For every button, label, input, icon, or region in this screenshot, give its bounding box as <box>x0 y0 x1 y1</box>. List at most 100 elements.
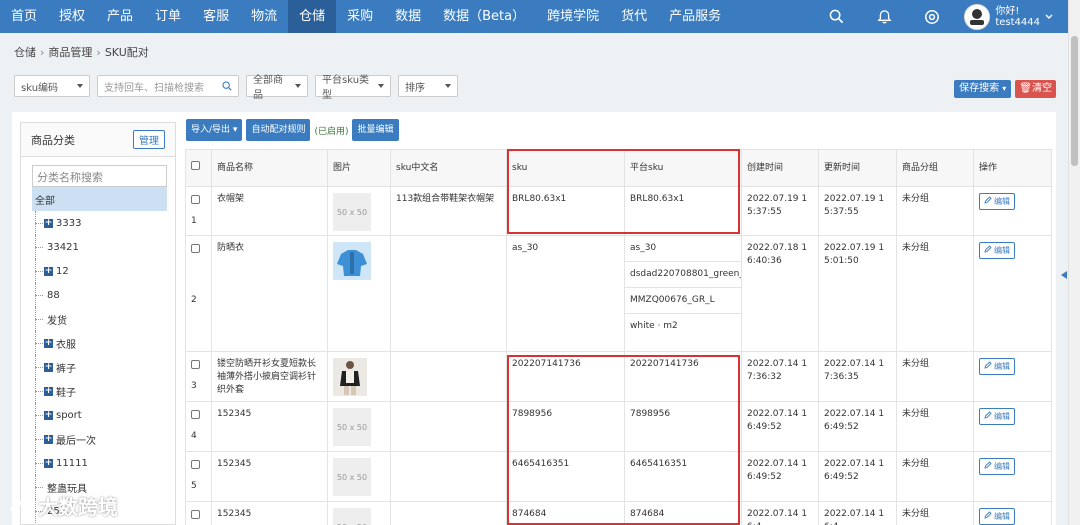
expand-icon[interactable]: + <box>44 218 53 228</box>
search-actions: 保存搜索 ▾ 🗑清空 <box>954 80 1056 98</box>
tree-node[interactable]: 发货 <box>32 307 167 331</box>
edit-button[interactable]: 编辑 <box>979 358 1015 375</box>
nav-item[interactable]: 客服 <box>192 0 240 33</box>
all-products-select[interactable]: 全部商品 <box>246 75 308 101</box>
edit-label: 编辑 <box>994 362 1010 371</box>
nav-item[interactable]: 授权 <box>48 0 96 33</box>
expand-icon[interactable]: + <box>44 434 53 444</box>
tree-node-label: 12 <box>56 265 69 277</box>
tree-line <box>35 222 43 224</box>
chevron-down-icon <box>1045 14 1053 19</box>
nav-item[interactable]: 仓储 <box>288 0 337 33</box>
sku-cell: as_30 <box>506 235 625 352</box>
tree-node-label: 裤子 <box>56 363 76 375</box>
auto-rules-button[interactable]: 自动配对规则 <box>246 119 311 141</box>
edit-button[interactable]: 编辑 <box>979 408 1015 425</box>
nav-item[interactable]: 货代 <box>610 0 658 33</box>
collapse-right-icon[interactable] <box>1059 268 1068 282</box>
row-checkbox[interactable] <box>191 410 200 419</box>
search-icon[interactable] <box>222 81 232 91</box>
nav-item[interactable]: 订单 <box>144 0 192 33</box>
gear-icon[interactable] <box>922 7 942 27</box>
expand-icon[interactable]: + <box>44 362 53 372</box>
watermark-logo: 大数跨境 <box>8 491 118 520</box>
row-checkbox[interactable] <box>191 510 200 519</box>
row-checkbox[interactable] <box>191 460 200 469</box>
created-time-cell: 2022.07.19 15:37:55 <box>741 186 819 236</box>
select-all-checkbox[interactable] <box>191 161 200 170</box>
edit-button[interactable]: 编辑 <box>979 242 1015 259</box>
col-header: 更新时间 <box>818 149 897 187</box>
tree-node[interactable]: 88 <box>32 283 167 307</box>
tree-node-label: 最后一次 <box>56 435 96 447</box>
edit-button[interactable]: 编辑 <box>979 458 1015 475</box>
row-select-cell: 3 <box>185 351 212 402</box>
image-placeholder: 50 x 50 <box>333 508 371 525</box>
clear-button[interactable]: 🗑清空 <box>1015 80 1056 98</box>
row-checkbox[interactable] <box>191 360 200 369</box>
user-menu[interactable]: 你好! test4444 <box>964 3 1054 30</box>
platform-sku-value: as_30 <box>625 237 741 262</box>
edit-icon <box>984 360 994 373</box>
manage-button[interactable]: 管理 <box>133 130 165 149</box>
action-cell: 编辑 <box>973 351 1052 402</box>
tree-node[interactable]: +11111 <box>32 451 167 475</box>
tree-node[interactable]: + 裤子 <box>32 355 167 379</box>
tree-node[interactable]: + 衣服 <box>32 331 167 355</box>
tree-line <box>35 427 36 451</box>
nav-item[interactable]: 数据 <box>384 0 432 33</box>
product-group: 未分组 <box>902 409 930 419</box>
tree-node[interactable]: +12 <box>32 259 167 283</box>
edit-button[interactable]: 编辑 <box>979 508 1015 525</box>
tree-node[interactable]: +3333 <box>32 211 167 235</box>
bell-icon[interactable] <box>874 7 894 27</box>
group-cell: 未分组 <box>896 501 974 525</box>
search-input[interactable]: 支持回车、扫描枪搜索 <box>97 75 239 97</box>
tree-node-label: 衣服 <box>56 339 76 351</box>
nav-item[interactable]: 产品 <box>96 0 144 33</box>
expand-icon[interactable]: + <box>44 410 53 420</box>
tree-node[interactable]: + 最后一次 <box>32 427 167 451</box>
nav-item[interactable]: 跨境学院 <box>536 0 610 33</box>
tree-line <box>35 486 43 488</box>
import-export-button[interactable]: 导入/导出 ▾ <box>186 119 243 141</box>
row-checkbox[interactable] <box>191 195 200 204</box>
tree-node[interactable]: 全部 <box>32 187 167 211</box>
platform-sku-type-select[interactable]: 平台sku类型 <box>315 75 391 101</box>
expand-icon[interactable]: + <box>44 338 53 348</box>
tree-node[interactable]: 33421 <box>32 235 167 259</box>
nav-item[interactable]: 产品服务 <box>658 0 732 33</box>
breadcrumb-item[interactable]: 仓储 <box>14 46 36 59</box>
category-search-input[interactable]: 分类名称搜索 <box>32 165 167 187</box>
sort-select[interactable]: 排序 <box>398 75 458 97</box>
batch-edit-button[interactable]: 批量编辑 <box>352 119 399 141</box>
search-icon[interactable] <box>826 7 846 27</box>
select-all-cell <box>185 149 212 187</box>
save-search-button[interactable]: 保存搜索 ▾ <box>954 80 1012 98</box>
tree-line <box>35 259 36 283</box>
expand-icon[interactable]: + <box>44 266 53 276</box>
sku-code-select[interactable]: sku编码 <box>14 75 90 97</box>
tree-node[interactable]: + 鞋子 <box>32 379 167 403</box>
nav-item[interactable]: 物流 <box>240 0 288 33</box>
greeting: 你好! <box>995 5 1020 17</box>
edit-button[interactable]: 编辑 <box>979 193 1015 210</box>
tree-line <box>35 294 43 296</box>
expand-icon[interactable]: + <box>44 458 53 468</box>
nav-item[interactable]: 采购 <box>336 0 384 33</box>
row-checkbox[interactable] <box>191 244 200 253</box>
expand-icon[interactable]: + <box>44 386 53 396</box>
image-cell: 50 x 50 <box>327 501 391 525</box>
tree-node[interactable]: + sport <box>32 403 167 427</box>
updated-time: 2022.07.14 16:4 <box>824 509 885 525</box>
highlight-box <box>507 149 740 234</box>
nav-item[interactable]: 首页 <box>0 0 48 33</box>
category-panel: 商品分类 管理 分类名称搜索 全部 +3333 33421 +12 88 发货 + 衣服 + 裤子… <box>20 122 176 525</box>
table-row: 2 防晒衣 as_30 as_30 dsdad220708801_green_S MMZQ… <box>185 235 1052 352</box>
nav-item[interactable]: 数据（Beta） <box>432 0 536 33</box>
scrollbar-thumb[interactable] <box>1071 36 1078 166</box>
row-select-cell: 2 <box>185 235 212 352</box>
breadcrumb-item[interactable]: 商品管理 <box>48 46 92 59</box>
tree-line <box>35 342 43 344</box>
page-scrollbar[interactable] <box>1068 0 1080 525</box>
